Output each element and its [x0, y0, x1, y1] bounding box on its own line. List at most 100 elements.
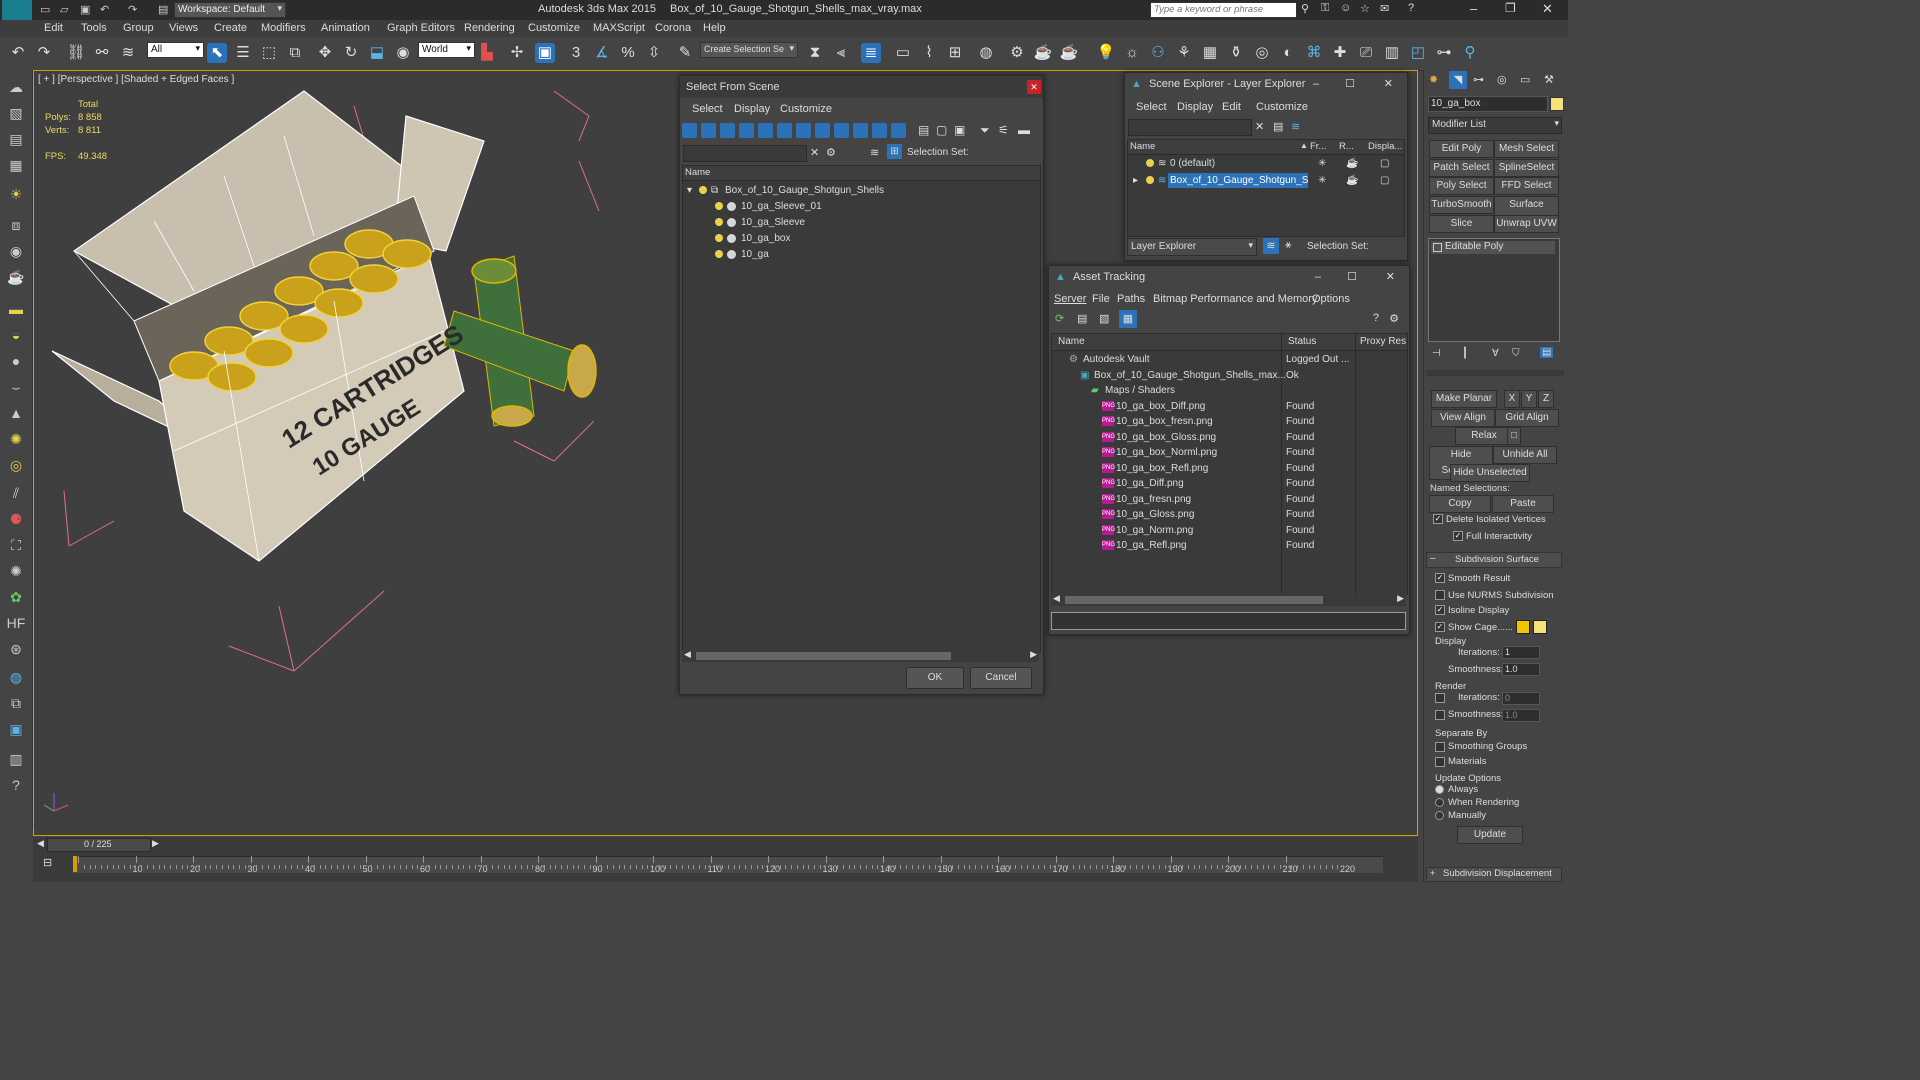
patch-select-button[interactable]: Patch Select — [1429, 159, 1494, 177]
modifier-list-dropdown[interactable]: Modifier List ▾ — [1428, 117, 1562, 134]
list-view-icon[interactable]: ▤ — [1077, 312, 1087, 325]
vray-dome-icon[interactable]: ◰ — [1408, 43, 1428, 63]
open-icon[interactable]: ▱ — [60, 3, 68, 16]
select-none-icon[interactable]: ▢ — [936, 123, 947, 137]
display-tab-icon[interactable]: ▭ — [1520, 73, 1530, 86]
filter-xrefs-icon[interactable] — [815, 123, 830, 138]
spinner-snap-icon[interactable]: ⇳ — [644, 43, 664, 63]
cancel-button[interactable]: Cancel — [970, 667, 1032, 689]
help-icon[interactable]: ? — [6, 776, 26, 794]
cage-color-swatch[interactable] — [1533, 620, 1547, 634]
unwrap-uvw-button[interactable]: Unwrap UVW — [1494, 215, 1559, 233]
horizontal-scrollbar[interactable]: ◀ ▶ — [682, 649, 1039, 662]
menu-server[interactable]: Server — [1054, 293, 1086, 305]
vray-plane-icon[interactable]: ✚ — [1330, 43, 1350, 63]
menu-customize[interactable]: Customize — [780, 103, 832, 115]
filter-groups-icon[interactable] — [796, 123, 811, 138]
menu-edit[interactable]: Edit — [44, 22, 63, 34]
render-icon[interactable]: ⧉ — [6, 694, 26, 712]
layer-manager-icon[interactable]: ≣ — [861, 43, 881, 63]
table-row[interactable]: PNG 10_ga_fresn.png Found — [1052, 492, 1407, 507]
link-icon[interactable]: ⛓ — [66, 43, 86, 63]
close-icon[interactable]: ✕ — [1027, 80, 1041, 94]
lamp-icon[interactable] — [1146, 176, 1154, 184]
slice-button[interactable]: Slice — [1429, 215, 1494, 233]
table-row[interactable]: PNG 10_ga_Refl.png Found — [1052, 538, 1407, 553]
column-status[interactable]: Status — [1288, 336, 1316, 347]
select-by-name-icon[interactable]: ☰ — [233, 43, 253, 63]
subdivision-displacement-rollout[interactable]: + Subdivision Displacement — [1426, 867, 1562, 882]
mesh-select-button[interactable]: Mesh Select — [1494, 140, 1559, 158]
lamp-icon[interactable] — [715, 202, 723, 210]
menu-options[interactable]: Options — [1312, 293, 1350, 305]
display-icon[interactable]: ▢ — [1380, 156, 1389, 171]
table-row[interactable]: ▰ Maps / Shaders — [1052, 383, 1407, 398]
pivot-center-icon[interactable]: ▙ — [477, 43, 497, 63]
use-nurms-checkbox[interactable] — [1435, 590, 1445, 600]
menu-edit[interactable]: Edit — [1222, 101, 1241, 113]
pyramid-icon[interactable]: ▲ — [6, 404, 26, 422]
user-icon[interactable]: ☺ — [1340, 2, 1351, 14]
close-icon[interactable]: ✕ — [1542, 1, 1553, 17]
menu-group[interactable]: Group — [123, 22, 154, 34]
scroll-right-icon[interactable]: ▶ — [1397, 593, 1404, 604]
grid-align-button[interactable]: Grid Align — [1495, 409, 1559, 427]
column-frozen[interactable]: Fr... — [1310, 141, 1326, 152]
vray-tool-icon[interactable]: ⚘ — [1174, 43, 1194, 63]
rect-selection-icon[interactable]: ⬚ — [259, 43, 279, 63]
layer-toggle-icon[interactable]: ≋ — [1263, 238, 1279, 254]
menu-paths[interactable]: Paths — [1117, 293, 1145, 305]
find-input[interactable] — [1128, 119, 1252, 136]
scroll-right-icon[interactable]: ▶ — [1030, 649, 1037, 660]
thumbnail-view-icon[interactable]: ▧ — [1099, 312, 1109, 325]
maximize-icon[interactable]: ☐ — [1345, 73, 1355, 95]
poly-select-button[interactable]: Poly Select — [1429, 177, 1494, 195]
move-icon[interactable]: ✥ — [315, 43, 335, 63]
ribbon-icon[interactable]: ▭ — [893, 43, 913, 63]
filter-containers-icon[interactable] — [853, 123, 868, 138]
graphite-icon[interactable]: ▧ — [6, 104, 26, 122]
hierarchy-tab-icon[interactable]: ⊶ — [1473, 73, 1484, 86]
spline-select-button[interactable]: SplineSelect — [1494, 159, 1559, 177]
filter-helpers-icon[interactable] — [758, 123, 773, 138]
minimize-icon[interactable]: – — [1313, 73, 1319, 95]
pin-stack-icon[interactable]: ⊣ — [1432, 348, 1441, 359]
table-row[interactable]: ⚙ Autodesk Vault Logged Out ... — [1052, 352, 1407, 367]
menu-modifiers[interactable]: Modifiers — [261, 22, 306, 34]
iterations-spinner[interactable]: 1 — [1502, 646, 1540, 659]
horizontal-scrollbar[interactable]: ◀ ▶ — [1051, 593, 1406, 606]
bone-icon[interactable]: ⚈ — [6, 510, 26, 528]
full-interactivity-checkbox[interactable]: ✓ — [1453, 531, 1463, 541]
place-icon[interactable]: ◉ — [393, 43, 413, 63]
percent-snap-icon[interactable]: % — [618, 43, 638, 63]
table-row[interactable]: PNG 10_ga_box_Gloss.png Found — [1052, 430, 1407, 445]
smoothing-groups-checkbox[interactable] — [1435, 742, 1445, 752]
save-icon[interactable]: ▣ — [80, 3, 90, 16]
relax-settings-button[interactable]: □ — [1507, 427, 1521, 445]
close-icon[interactable]: ✕ — [1384, 73, 1393, 95]
planar-z-button[interactable]: Z — [1538, 390, 1554, 408]
update-button[interactable]: Update — [1457, 826, 1523, 844]
window-crossing-icon[interactable]: ⧉ — [285, 43, 305, 63]
vray-logo-icon[interactable]: ▣ — [6, 720, 26, 738]
column-proxy-resolution[interactable]: Proxy Reso — [1360, 336, 1406, 347]
menu-customize[interactable]: Customize — [528, 22, 580, 34]
bind-space-warp-icon[interactable]: ≋ — [118, 43, 138, 63]
vray-sphere-icon[interactable]: ◍ — [6, 668, 26, 686]
render-teapot-icon[interactable]: ☕ — [1346, 173, 1358, 188]
relax-button[interactable]: Relax — [1455, 427, 1513, 445]
table-row[interactable]: PNG 10_ga_box_Diff.png Found — [1052, 399, 1407, 414]
selection-filter-dropdown[interactable]: All ▾ — [147, 42, 204, 58]
add-layer-icon[interactable]: ▤ — [1273, 120, 1283, 133]
lamp-icon[interactable] — [699, 186, 707, 194]
angle-snap-icon[interactable]: ∡ — [592, 43, 612, 63]
menu-views[interactable]: Views — [169, 22, 198, 34]
select-all-icon[interactable]: ▤ — [918, 123, 929, 137]
configure-sets-icon[interactable]: ▤ — [1540, 347, 1554, 358]
freeze-icon[interactable]: ✳ — [1318, 156, 1326, 171]
render-setup-icon[interactable]: ⚙ — [1007, 43, 1027, 63]
scroll-left-icon[interactable]: ◀ — [1053, 593, 1060, 604]
utilities-tab-icon[interactable]: ⚒ — [1544, 73, 1554, 86]
render-teapot-icon[interactable]: ☕ — [1346, 156, 1358, 171]
light-icon[interactable]: 💡 — [1096, 43, 1116, 63]
